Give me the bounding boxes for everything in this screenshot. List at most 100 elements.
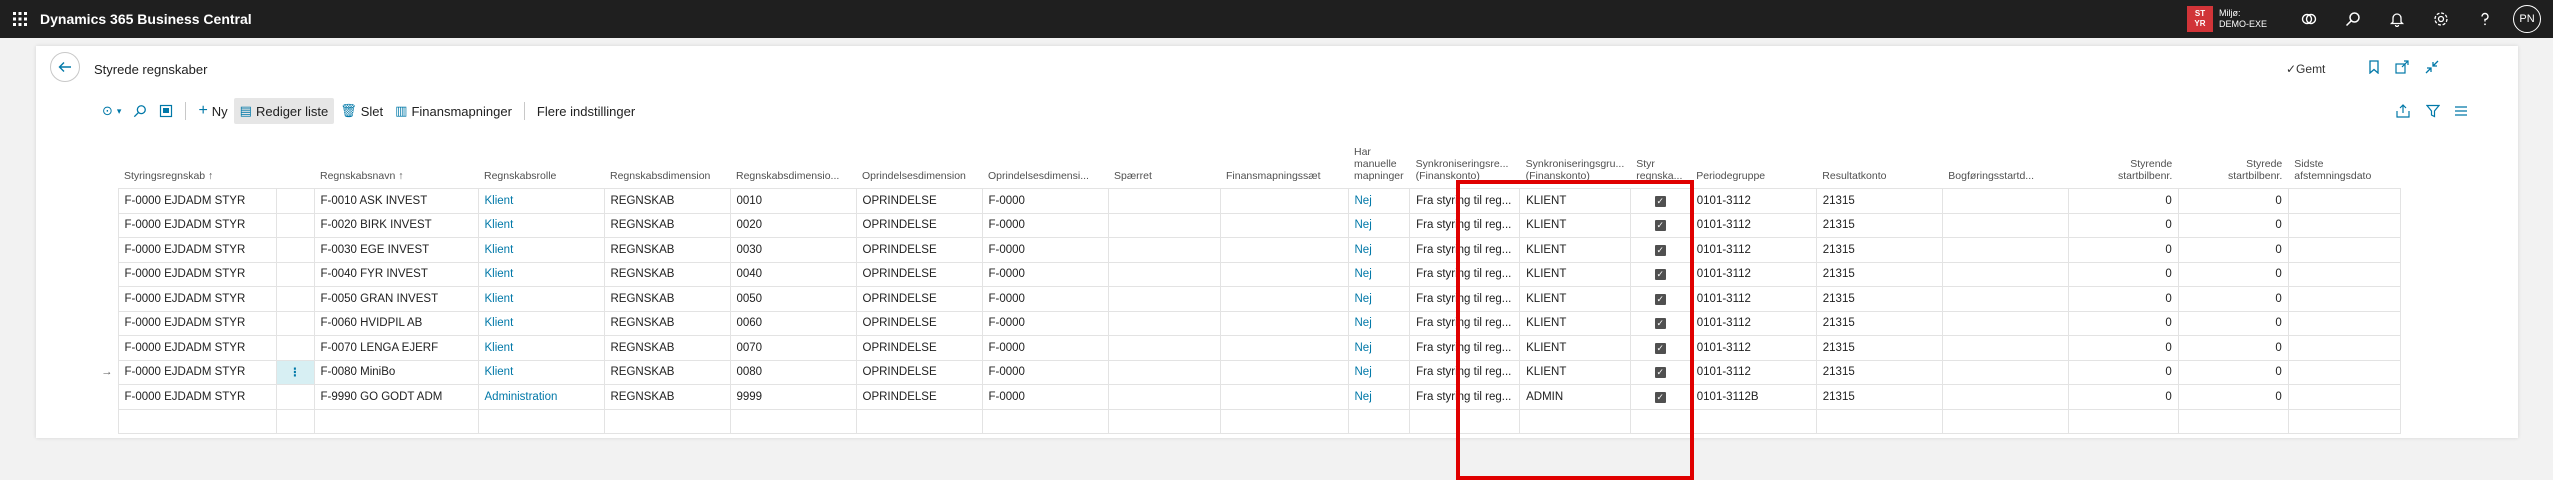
row-actions-button[interactable] (275, 286, 315, 312)
cell-sync-direction[interactable]: Fra styring til reg... (1409, 310, 1521, 336)
cell-controlled-start[interactable]: 0 (2177, 335, 2289, 361)
cell-mapping-set[interactable] (1219, 335, 1349, 361)
cell-controlled-start[interactable]: 0 (2177, 212, 2289, 238)
edit-list-button[interactable]: ▤ Rediger liste (233, 98, 335, 124)
cell-controlling-account[interactable]: F-0000 EJDADM STYR (117, 335, 277, 361)
table-row[interactable]: F-0000 EJDADM STYR F-0010 ASK INVEST Klien… (96, 188, 2401, 214)
cell-period-group[interactable]: 0101-3112 (1689, 261, 1817, 287)
user-avatar[interactable]: PN (2513, 5, 2541, 33)
cell-origin-dimension-value[interactable]: F-0000 (981, 359, 1109, 385)
cell-sync-direction[interactable]: Fra styring til reg... (1409, 188, 1521, 214)
checkbox-checked-icon[interactable]: ✓ (1654, 269, 1666, 281)
list-view-icon[interactable] (2454, 98, 2468, 124)
column-header-account-name[interactable]: Regnskabsnavn ↑ (314, 138, 478, 189)
cell-sync-direction[interactable]: Fra styring til reg... (1409, 335, 1521, 361)
cell-account-dimension-value[interactable] (729, 408, 857, 434)
cell-origin-dimension-value[interactable]: F-0000 (981, 212, 1109, 238)
cell-origin-dimension[interactable]: OPRINDELSE (855, 237, 983, 263)
cell-controlling-account[interactable]: F-0000 EJDADM STYR (117, 237, 277, 263)
cell-posting-start[interactable] (1941, 384, 2069, 410)
cell-sync-direction[interactable]: Fra styring til reg... (1409, 237, 1521, 263)
cell-controlled[interactable]: ✓ (1629, 359, 1691, 385)
cell-origin-dimension-value[interactable]: F-0000 (981, 261, 1109, 287)
cell-account-role[interactable]: Klient (477, 237, 605, 263)
cell-origin-dimension[interactable]: OPRINDELSE (855, 310, 983, 336)
more-options-button[interactable]: Flere indstillinger (531, 98, 641, 124)
cell-controlling-account[interactable]: F-0000 EJDADM STYR (117, 188, 277, 214)
checkbox-checked-icon[interactable]: ✓ (1654, 391, 1666, 403)
row-actions-button[interactable] (275, 212, 315, 238)
cell-result-account[interactable]: 21315 (1815, 335, 1943, 361)
column-header-result-account[interactable]: Resultatkonto (1816, 138, 1942, 189)
cell-period-group[interactable]: 0101-3112B (1689, 384, 1817, 410)
table-row[interactable]: F-0000 EJDADM STYR F-0060 HVIDPIL AB Klien… (96, 310, 2401, 336)
cell-result-account[interactable]: 21315 (1815, 261, 1943, 287)
cell-controlled[interactable] (1629, 408, 1691, 434)
cell-origin-dimension-value[interactable]: F-0000 (981, 335, 1109, 361)
cell-mapping-set[interactable] (1219, 384, 1349, 410)
cell-controlled-start[interactable]: 0 (2177, 261, 2289, 287)
cell-blocked[interactable] (1107, 237, 1221, 263)
cell-mapping-set[interactable] (1219, 261, 1349, 287)
cell-origin-dimension[interactable] (855, 408, 983, 434)
cell-result-account[interactable]: 21315 (1815, 237, 1943, 263)
cell-manual-mappings[interactable]: Nej (1347, 286, 1411, 312)
cell-last-reconciliation[interactable] (2287, 212, 2401, 238)
checkbox-checked-icon[interactable]: ✓ (1654, 293, 1666, 305)
cell-origin-dimension[interactable]: OPRINDELSE (855, 286, 983, 312)
cell-origin-dimension-value[interactable]: F-0000 (981, 237, 1109, 263)
checkbox-checked-icon[interactable]: ✓ (1654, 220, 1666, 232)
cell-account-dimension[interactable]: REGNSKAB (603, 310, 731, 336)
row-actions-button[interactable]: ⋮ (275, 359, 315, 385)
cell-account-dimension-value[interactable]: 0040 (729, 261, 857, 287)
cell-period-group[interactable]: 0101-3112 (1689, 237, 1817, 263)
row-actions-button[interactable] (275, 261, 315, 287)
cell-account-dimension-value[interactable]: 0060 (729, 310, 857, 336)
cell-posting-start[interactable] (1941, 286, 2069, 312)
connect-icon[interactable] (2287, 0, 2331, 38)
column-header-account-role[interactable]: Regnskabsrolle (478, 138, 604, 189)
cell-controlling-start[interactable]: 0 (2067, 286, 2179, 312)
cell-sync-group[interactable]: KLIENT (1519, 188, 1631, 214)
table-row[interactable] (96, 408, 2401, 434)
cell-controlled[interactable]: ✓ (1629, 212, 1691, 238)
cell-account-role[interactable]: Klient (477, 188, 605, 214)
column-header-controlled-start[interactable]: Styrede startbilbenr. (2178, 138, 2288, 189)
row-actions-button[interactable] (275, 408, 315, 434)
cell-controlling-start[interactable]: 0 (2067, 237, 2179, 263)
cell-sync-direction[interactable]: Fra styring til reg... (1409, 212, 1521, 238)
cell-origin-dimension-value[interactable]: F-0000 (981, 310, 1109, 336)
cell-account-dimension-value[interactable]: 0050 (729, 286, 857, 312)
cell-account-name[interactable]: F-0050 GRAN INVEST (313, 286, 479, 312)
cell-controlling-account[interactable]: F-0000 EJDADM STYR (117, 359, 277, 385)
waffle-icon[interactable] (0, 0, 40, 38)
cell-controlling-start[interactable]: 0 (2067, 310, 2179, 336)
cell-account-dimension[interactable]: REGNSKAB (603, 212, 731, 238)
share-button[interactable] (153, 98, 179, 124)
cell-account-dimension[interactable]: REGNSKAB (603, 237, 731, 263)
cell-blocked[interactable] (1107, 188, 1221, 214)
cell-posting-start[interactable] (1941, 261, 2069, 287)
cell-result-account[interactable]: 21315 (1815, 188, 1943, 214)
cell-account-dimension-value[interactable]: 9999 (729, 384, 857, 410)
bell-icon[interactable] (2375, 0, 2419, 38)
cell-account-name[interactable]: F-0080 MiniBo (313, 359, 479, 385)
checkbox-checked-icon[interactable]: ✓ (1654, 318, 1666, 330)
cell-controlled-start[interactable]: 0 (2177, 310, 2289, 336)
cell-sync-direction[interactable]: Fra styring til reg... (1409, 384, 1521, 410)
finance-mapping-button[interactable]: ▥ Finansmapninger (389, 98, 518, 124)
table-row[interactable]: → F-0000 EJDADM STYR ⋮ F-0080 MiniBo Klient R… (96, 359, 2401, 385)
cell-manual-mappings[interactable]: Nej (1347, 335, 1411, 361)
cell-last-reconciliation[interactable] (2287, 261, 2401, 287)
cell-sync-group[interactable] (1519, 408, 1631, 434)
help-icon[interactable] (2463, 0, 2507, 38)
cell-controlling-account[interactable]: F-0000 EJDADM STYR (117, 261, 277, 287)
cell-posting-start[interactable] (1941, 359, 2069, 385)
table-row[interactable]: F-0000 EJDADM STYR F-0070 LENGA EJERF Klie… (96, 335, 2401, 361)
share-list-icon[interactable] (2396, 98, 2410, 124)
table-row[interactable]: F-0000 EJDADM STYR F-0030 EGE INVEST Klien… (96, 237, 2401, 263)
cell-account-name[interactable]: F-9990 GO GODT ADM (313, 384, 479, 410)
row-actions-button[interactable] (275, 188, 315, 214)
table-row[interactable]: F-0000 EJDADM STYR F-0050 GRAN INVEST Klie… (96, 286, 2401, 312)
cell-sync-group[interactable]: KLIENT (1519, 212, 1631, 238)
